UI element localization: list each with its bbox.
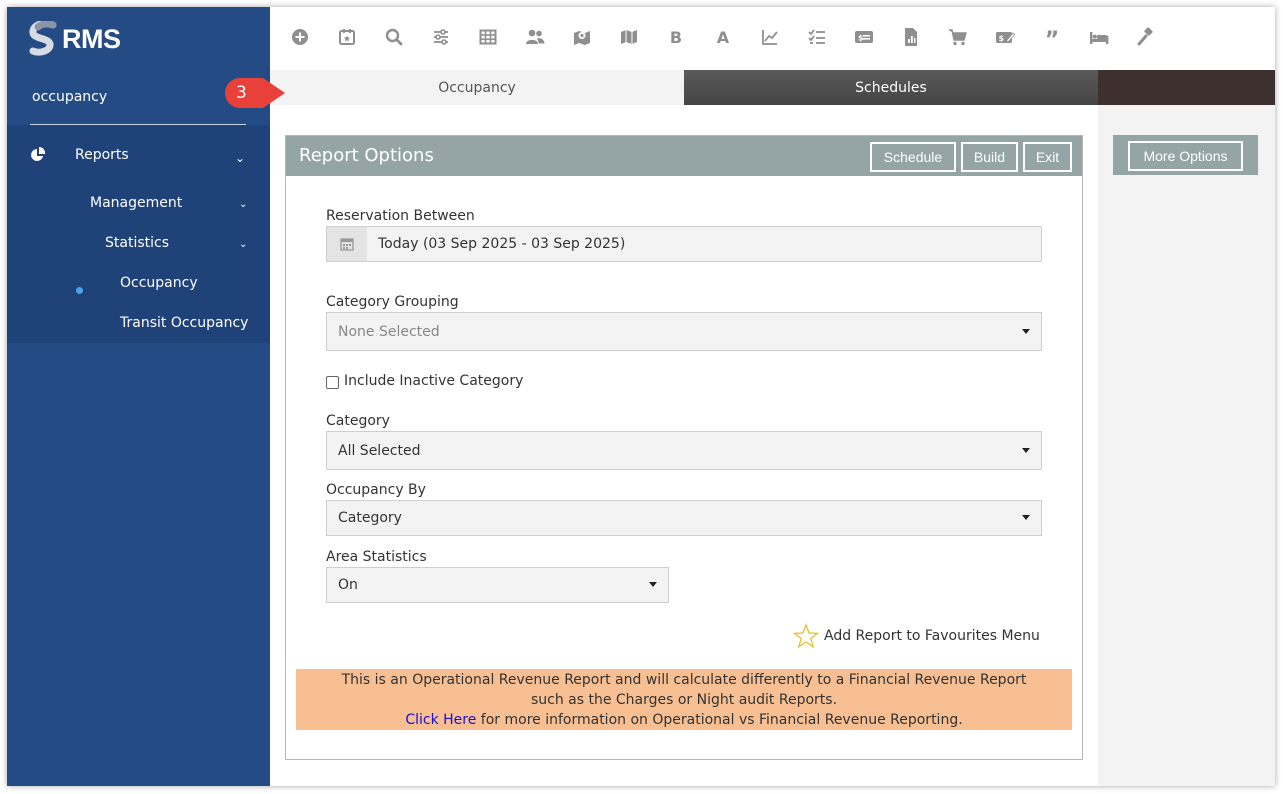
sidebar-item-transit-occupancy[interactable]: Transit Occupancy [120,315,248,331]
step-callout: 3 [223,76,285,110]
occupancy-by-value: Category [338,510,402,526]
reservation-label: Reservation Between [326,208,475,224]
calendar-icon[interactable] [327,227,367,261]
right-column [1098,105,1275,786]
callout-number: 3 [236,83,247,103]
checklist-icon[interactable] [805,25,829,49]
tab-label: Schedules [855,79,927,96]
notice-line-rest: for more information on Operational vs F… [476,712,963,728]
logo-text: RMS [62,23,121,54]
top-toolbar: B A $ $ ” [270,7,1275,70]
caret-down-icon [1022,515,1030,520]
exit-button[interactable]: Exit [1023,142,1072,172]
report-options-panel: Report Options Schedule Build Exit Reser… [285,135,1083,760]
report-tabs: Occupancy Schedules [270,70,1275,105]
money-card-icon[interactable]: $ [852,25,876,49]
include-inactive-checkbox[interactable] [326,376,339,389]
panel-header: Report Options Schedule Build Exit [286,136,1082,176]
map-icon[interactable] [617,25,641,49]
bed-icon[interactable] [1087,25,1111,49]
notice-line: This is an Operational Revenue Report an… [341,672,1027,688]
schedule-button[interactable]: Schedule [870,142,956,172]
sidebar-item-occupancy[interactable]: Occupancy [120,275,198,291]
rms-logo[interactable]: RMS [29,19,121,59]
sidebar-item-label: Statistics [105,235,169,251]
more-options-button[interactable]: More Options [1128,141,1243,171]
grid-icon[interactable] [476,25,500,49]
occupancy-by-select[interactable]: Category [326,500,1042,536]
category-grouping-select[interactable]: None Selected [326,312,1042,351]
category-grouping-label: Category Grouping [326,294,459,310]
app-window: RMS occupancy Reports ⌄ Management ⌄ Sta… [7,7,1275,786]
users-icon[interactable] [523,25,547,49]
cash-edit-icon[interactable]: $ [993,25,1017,49]
include-inactive-label: Include Inactive Category [344,373,524,389]
pie-chart-icon [31,147,46,161]
letter-a-icon[interactable]: A [711,25,735,49]
add-favourites-link[interactable]: Add Report to Favourites Menu [793,623,1040,649]
main-content: Report Options Schedule Build Exit Reser… [270,105,1098,786]
tab-label: Occupancy [438,79,516,96]
sidebar-item-statistics[interactable]: Statistics [105,235,169,251]
sidebar-item-label: Management [90,195,183,211]
caret-down-icon [1022,448,1030,453]
favourites-label: Add Report to Favourites Menu [824,628,1040,644]
category-label: Category [326,413,390,429]
category-grouping-value: None Selected [338,323,440,340]
chevron-down-icon[interactable]: ⌄ [239,239,247,250]
report-file-icon[interactable] [899,25,923,49]
click-here-link[interactable]: Click Here [405,712,476,728]
area-statistics-label: Area Statistics [326,549,427,565]
active-dot-icon [76,287,83,294]
svg-text:$: $ [999,34,1005,43]
star-icon [793,623,819,649]
sliders-icon[interactable] [429,25,453,49]
reservation-date-field[interactable]: Today (03 Sep 2025 - 03 Sep 2025) [326,226,1042,262]
revenue-notice: This is an Operational Revenue Report an… [296,669,1072,730]
line-chart-icon[interactable] [758,25,782,49]
category-value: All Selected [338,442,421,459]
rms-logo-icon [29,21,57,56]
category-select[interactable]: All Selected [326,431,1042,470]
occupancy-by-label: Occupancy By [326,482,426,498]
add-circle-icon[interactable] [288,25,312,49]
cart-icon[interactable] [946,25,970,49]
tab-bar-filler [1098,70,1275,105]
sidebar-search-input[interactable]: occupancy [32,89,107,105]
caret-down-icon [649,582,657,587]
sidebar: RMS occupancy Reports ⌄ Management ⌄ Sta… [7,7,270,786]
panel-title: Report Options [299,145,434,166]
tab-occupancy[interactable]: Occupancy [270,70,684,105]
chevron-down-icon[interactable]: ⌄ [235,151,245,165]
sidebar-nav: Reports ⌄ Management ⌄ Statistics ⌄ Occu… [7,125,270,343]
notice-line: such as the Charges or Night audit Repor… [530,692,838,708]
quote-icon[interactable]: ” [1040,25,1064,53]
chevron-down-icon[interactable]: ⌄ [239,199,247,210]
reservation-date-value: Today (03 Sep 2025 - 03 Sep 2025) [378,236,626,252]
calendar-star-icon[interactable] [335,25,359,49]
sidebar-item-management[interactable]: Management [90,195,182,211]
caret-down-icon [1022,329,1030,334]
build-button[interactable]: Build [961,142,1018,172]
sidebar-item-reports[interactable]: Reports [30,147,129,163]
bold-b-icon[interactable]: B [664,25,688,49]
area-statistics-select[interactable]: On [326,567,669,603]
notice-line: Click Here for more information on Opera… [296,710,1072,730]
tab-schedules[interactable]: Schedules [684,70,1098,105]
sidebar-item-label: Reports [75,147,129,163]
map-pin-icon[interactable] [570,25,594,49]
sidebar-item-label: Occupancy [120,275,198,291]
gavel-icon[interactable] [1134,25,1158,49]
more-options-box: More Options [1113,135,1258,175]
search-icon[interactable] [382,25,406,49]
area-statistics-value: On [338,577,358,593]
sidebar-item-label: Transit Occupancy [120,315,249,331]
